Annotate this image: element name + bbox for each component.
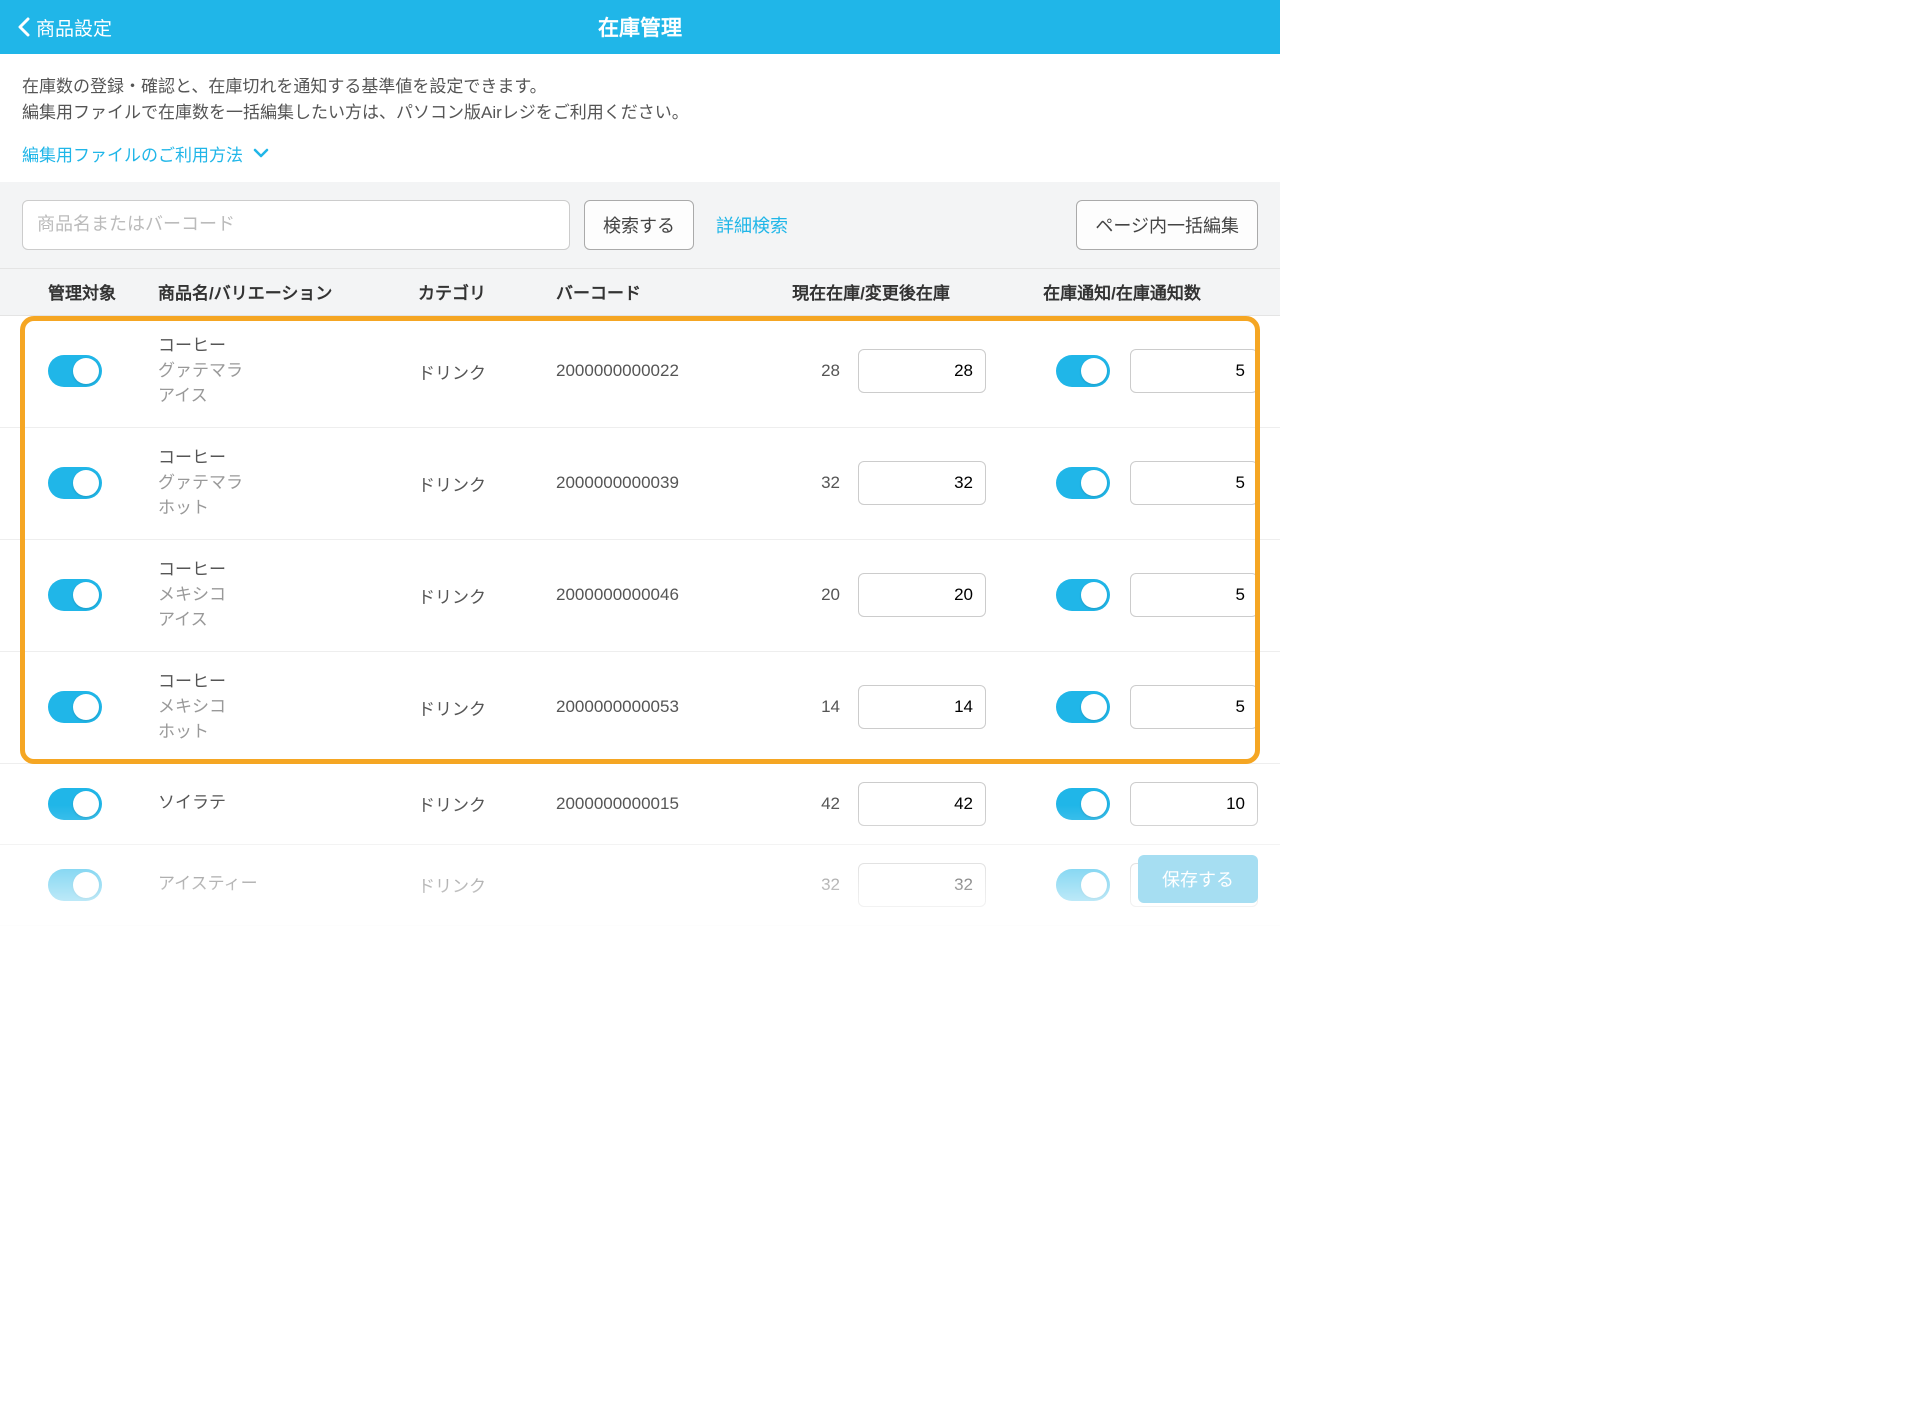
col-name: 商品名/バリエーション bbox=[158, 279, 418, 304]
stock-new-input[interactable] bbox=[858, 782, 986, 826]
col-notify: 在庫通知/在庫通知数 bbox=[986, 279, 1258, 304]
notify-count-input[interactable] bbox=[1130, 349, 1258, 393]
manage-toggle[interactable] bbox=[48, 869, 102, 901]
product-variation-1: メキシコ bbox=[158, 695, 418, 720]
product-variation-2: アイス bbox=[158, 608, 418, 633]
barcode-cell: 2000000000022 bbox=[556, 361, 756, 381]
category-cell: ドリンク bbox=[418, 471, 556, 496]
manage-toggle[interactable] bbox=[48, 355, 102, 387]
table-row: コーヒー グァテマラ アイス ドリンク 2000000000022 28 bbox=[0, 316, 1280, 428]
category-cell: ドリンク bbox=[418, 791, 556, 816]
notify-count-input[interactable] bbox=[1130, 573, 1258, 617]
stock-new-input[interactable] bbox=[858, 349, 986, 393]
notify-toggle[interactable] bbox=[1056, 467, 1110, 499]
table-row: コーヒー グァテマラ ホット ドリンク 2000000000039 32 bbox=[0, 428, 1280, 540]
search-bar: 検索する 詳細検索 ページ内一括編集 bbox=[0, 182, 1280, 268]
back-label: 商品設定 bbox=[36, 14, 112, 41]
intro-line-1: 在庫数の登録・確認と、在庫切れを通知する基準値を設定できます。 bbox=[22, 74, 1258, 100]
product-name: コーヒー bbox=[158, 334, 418, 359]
product-name-block: アイスティー bbox=[158, 872, 418, 897]
chevron-left-icon bbox=[18, 17, 30, 37]
notify-toggle[interactable] bbox=[1056, 788, 1110, 820]
product-variation-2: ホット bbox=[158, 496, 418, 521]
stock-current: 42 bbox=[800, 794, 840, 814]
barcode-cell: 2000000000039 bbox=[556, 473, 756, 493]
col-category: カテゴリ bbox=[418, 279, 556, 304]
product-name-block: コーヒー メキシコ ホット bbox=[158, 670, 418, 744]
product-name: コーヒー bbox=[158, 558, 418, 583]
intro-line-2: 編集用ファイルで在庫数を一括編集したい方は、パソコン版Airレジをご利用ください… bbox=[22, 100, 1258, 126]
search-input[interactable] bbox=[22, 200, 570, 250]
save-button[interactable]: 保存する bbox=[1138, 855, 1258, 903]
notify-count-input[interactable] bbox=[1130, 685, 1258, 729]
barcode-cell: 2000000000015 bbox=[556, 794, 756, 814]
stock-new-input[interactable] bbox=[858, 685, 986, 729]
page-title: 在庫管理 bbox=[598, 12, 682, 42]
chevron-down-icon bbox=[253, 148, 269, 158]
notify-count-input[interactable] bbox=[1130, 461, 1258, 505]
notify-toggle[interactable] bbox=[1056, 579, 1110, 611]
category-cell: ドリンク bbox=[418, 583, 556, 608]
stock-current: 28 bbox=[800, 361, 840, 381]
stock-new-input[interactable] bbox=[858, 863, 986, 907]
product-name: コーヒー bbox=[158, 670, 418, 695]
notify-toggle[interactable] bbox=[1056, 691, 1110, 723]
table-row: コーヒー メキシコ アイス ドリンク 2000000000046 20 bbox=[0, 540, 1280, 652]
category-cell: ドリンク bbox=[418, 872, 556, 897]
bulk-edit-button[interactable]: ページ内一括編集 bbox=[1076, 200, 1258, 250]
manage-toggle[interactable] bbox=[48, 579, 102, 611]
col-manage: 管理対象 bbox=[48, 279, 158, 304]
product-name: アイスティー bbox=[158, 872, 418, 897]
table-row: コーヒー メキシコ ホット ドリンク 2000000000053 14 bbox=[0, 652, 1280, 764]
barcode-cell: 2000000000053 bbox=[556, 697, 756, 717]
notify-toggle[interactable] bbox=[1056, 869, 1110, 901]
stock-current: 14 bbox=[800, 697, 840, 717]
product-name-block: コーヒー グァテマラ アイス bbox=[158, 334, 418, 408]
manage-toggle[interactable] bbox=[48, 467, 102, 499]
product-variation-1: グァテマラ bbox=[158, 359, 418, 384]
category-cell: ドリンク bbox=[418, 359, 556, 384]
product-variation-2: アイス bbox=[158, 384, 418, 409]
manage-toggle[interactable] bbox=[48, 691, 102, 723]
intro-section: 在庫数の登録・確認と、在庫切れを通知する基準値を設定できます。 編集用ファイルで… bbox=[0, 54, 1280, 182]
product-variation-1: メキシコ bbox=[158, 583, 418, 608]
product-variation-1: グァテマラ bbox=[158, 471, 418, 496]
stock-new-input[interactable] bbox=[858, 461, 986, 505]
product-name-block: コーヒー メキシコ アイス bbox=[158, 558, 418, 632]
product-name: ソイラテ bbox=[158, 791, 418, 816]
search-button[interactable]: 検索する bbox=[584, 200, 694, 250]
app-header: 商品設定 在庫管理 bbox=[0, 0, 1280, 54]
table-header: 管理対象 商品名/バリエーション カテゴリ バーコード 現在在庫/変更後在庫 在… bbox=[0, 268, 1280, 316]
product-name-block: コーヒー グァテマラ ホット bbox=[158, 446, 418, 520]
stock-new-input[interactable] bbox=[858, 573, 986, 617]
table-body: コーヒー グァテマラ アイス ドリンク 2000000000022 28 コーヒ… bbox=[0, 316, 1280, 926]
notify-toggle[interactable] bbox=[1056, 355, 1110, 387]
help-link[interactable]: 編集用ファイルのご利用方法 bbox=[22, 141, 269, 166]
barcode-cell: 2000000000046 bbox=[556, 585, 756, 605]
product-name: コーヒー bbox=[158, 446, 418, 471]
category-cell: ドリンク bbox=[418, 695, 556, 720]
back-button[interactable]: 商品設定 bbox=[0, 0, 130, 54]
manage-toggle[interactable] bbox=[48, 788, 102, 820]
table-row: アイスティー ドリンク 32 bbox=[0, 845, 1280, 926]
advanced-search-link[interactable]: 詳細検索 bbox=[716, 212, 788, 238]
stock-current: 32 bbox=[800, 875, 840, 895]
product-name-block: ソイラテ bbox=[158, 791, 418, 816]
notify-count-input[interactable] bbox=[1130, 782, 1258, 826]
help-link-label: 編集用ファイルのご利用方法 bbox=[22, 141, 243, 166]
table-row: ソイラテ ドリンク 2000000000015 42 bbox=[0, 764, 1280, 845]
stock-current: 32 bbox=[800, 473, 840, 493]
col-stock: 現在在庫/変更後在庫 bbox=[756, 279, 986, 304]
stock-current: 20 bbox=[800, 585, 840, 605]
product-variation-2: ホット bbox=[158, 720, 418, 745]
col-barcode: バーコード bbox=[556, 279, 756, 304]
